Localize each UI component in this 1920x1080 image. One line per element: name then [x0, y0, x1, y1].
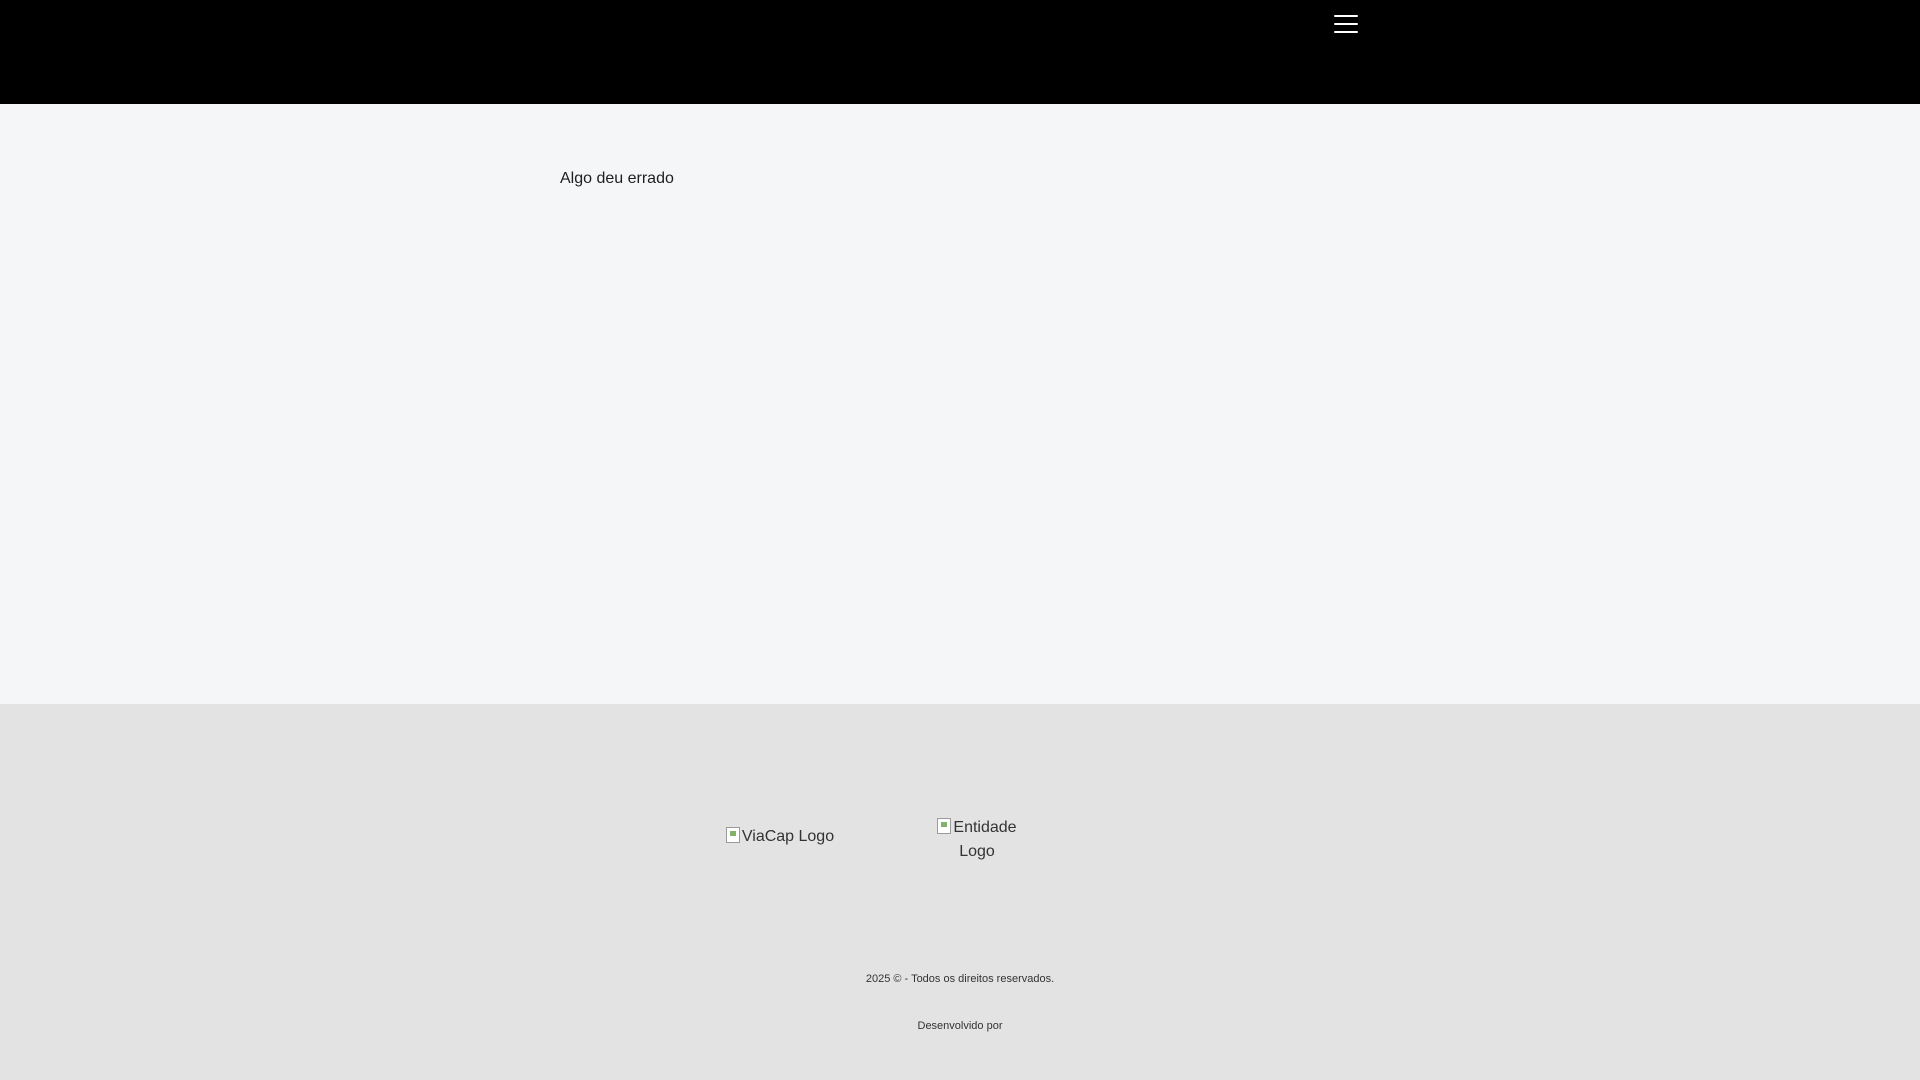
top-header [0, 0, 1920, 104]
error-message: Algo deu errado [560, 170, 674, 187]
viacap-logo-alt-text: ViaCap Logo [741, 828, 835, 845]
developed-by-text: Desenvolvido por [917, 1020, 1003, 1032]
main-content: Algo deu errado [0, 104, 1920, 704]
broken-image-icon [937, 818, 952, 834]
copyright-text: 2025 © - Todos os direitos reservados. [865, 973, 1055, 985]
viacap-logo: ViaCap Logo [720, 825, 840, 849]
broken-image-icon [725, 827, 740, 843]
menu-button[interactable] [1330, 10, 1362, 38]
entidade-logo-alt-text: Entidade Logo [953, 819, 1017, 860]
footer: ViaCap Logo Entidade Logo 2025 © - Todos… [0, 704, 1920, 1080]
entidade-logo: Entidade Logo [932, 816, 1022, 864]
